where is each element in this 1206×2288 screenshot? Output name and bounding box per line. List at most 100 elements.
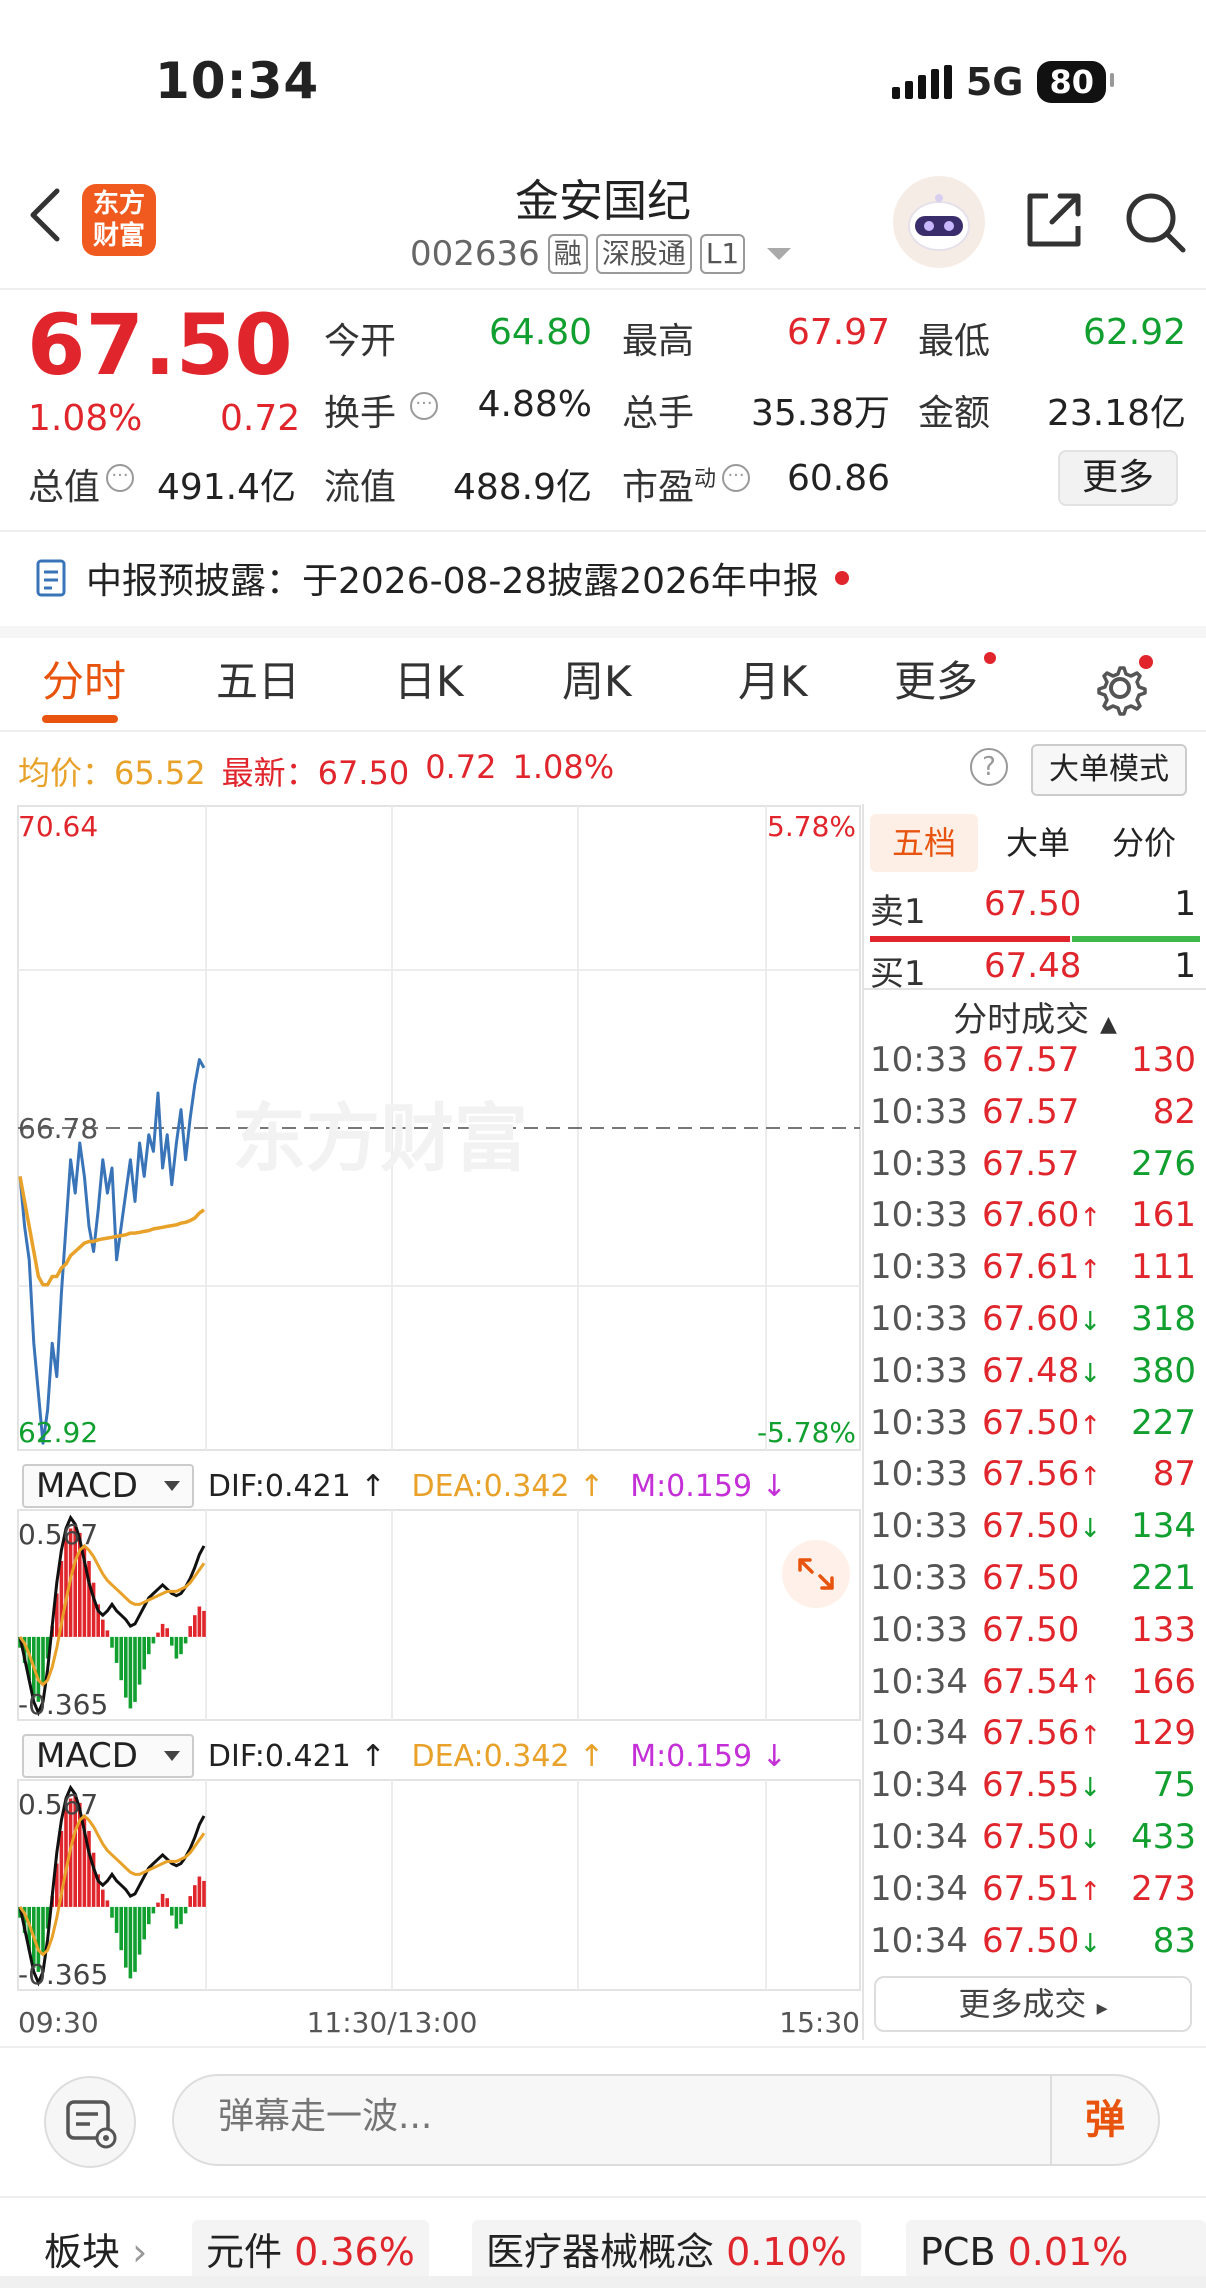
tab-more[interactable]: 更多 [894,648,997,709]
comment-settings-icon[interactable] [44,2076,136,2168]
sector-chip-pcb[interactable]: PCB 0.01% [906,2220,1206,2284]
macd-selector[interactable]: MACD [22,1734,194,1778]
tab-monthly-k[interactable]: 月K [738,648,808,709]
quote-field-label: 金额 [918,393,991,434]
macd-bar [151,1636,156,1644]
trade-row: 10:34 67.54↑ 166 [870,1662,1200,1714]
macd-bar [101,1889,105,1907]
tab-five-levels[interactable]: 五档 [870,814,978,872]
more-button[interactable]: 更多 [1058,450,1178,506]
quote-field-value: 67.97 [786,312,890,353]
macd-bar [197,1876,202,1907]
quote-field-value: 62.92 [1082,312,1186,353]
macd-bar [41,1636,45,1685]
stock-code: 002636 [410,234,540,274]
big-order-mode-button[interactable]: 大单模式 [1031,744,1187,796]
help-icon[interactable]: ? [970,748,1008,786]
trade-qty: 133 [1131,1610,1196,1650]
danmu-input-box[interactable]: 弹 [172,2074,1160,2166]
trade-row: 10:34 67.55↓ 75 [870,1765,1200,1817]
more-trades-button[interactable]: 更多成交 ▸ [874,1976,1192,2032]
trade-row: 10:33 67.61↑ 111 [870,1247,1200,1299]
macd-bar [160,1623,165,1637]
share-icon[interactable] [1022,190,1084,252]
trade-qty: 83 [1152,1921,1196,1961]
search-icon[interactable] [1123,190,1189,256]
chart-area[interactable]: 东方财富 70.64 66.78 62.92 5.78% -5.78% 0.56… [0,804,866,2044]
macd-bar [110,1636,114,1648]
macd-bar [137,1906,142,1955]
trade-qty: 380 [1131,1351,1196,1391]
trade-time: 10:34 [870,1817,968,1857]
book-divider [864,988,1206,990]
sector-chip-components[interactable]: 元件 0.36% [192,2220,429,2284]
trade-list-header[interactable]: 分时成交 ▲ [864,992,1206,1041]
notice-text: 中报预披露：于2026-08-28披露2026年中报 [86,561,819,602]
macd-bar [114,1636,119,1663]
header-divider [0,288,1206,290]
trade-row: 10:33 67.57 130 [870,1040,1200,1092]
price-summary-row: 均价：65.52 最新：67.50 0.72 1.08% [18,748,615,792]
earnings-notice[interactable]: 中报预披露：于2026-08-28披露2026年中报 [34,552,849,604]
stock-code-row[interactable]: 002636 融 深股通 L1 [410,234,792,274]
macd-bar [124,1906,128,1968]
trade-price: 67.54↑ [982,1662,1102,1702]
macd-bar [170,1636,174,1646]
signal-icon [891,65,952,99]
tab-daily-k[interactable]: 日K [394,648,464,709]
chevron-down-icon [163,1751,180,1761]
tab-five-day[interactable]: 五日 [216,648,300,709]
trade-price: 67.50 [982,1558,1080,1598]
trade-price: 67.48↓ [982,1351,1102,1391]
battery-icon: 80 [1037,61,1114,103]
settings-gear-icon[interactable] [1092,654,1154,716]
quote-field-label: 最高 [622,321,695,362]
trade-time: 10:33 [870,1610,968,1650]
trade-qty: 130 [1131,1040,1196,1080]
macd-bar [105,1630,110,1637]
latest-change-amt: 0.72 [425,748,497,786]
tab-price-split[interactable]: 分价 [1094,814,1194,872]
macd-bar [188,1626,192,1637]
trade-time: 10:34 [870,1765,968,1805]
danmu-button[interactable]: 弹 [1050,2076,1158,2164]
assistant-robot-icon[interactable] [893,176,985,268]
info-icon[interactable]: ··· [106,464,135,492]
x-label-open: 09:30 [18,2006,99,2039]
macd-m: M:0.159 ↓ [630,1738,787,1774]
macd-bar [188,1896,192,1907]
tab-weekly-k[interactable]: 周K [562,648,632,709]
order-book-tabs: 五档 大单 分价 [864,814,1206,874]
danmu-input[interactable] [218,2096,818,2137]
x-label-midday: 11:30/13:00 [307,2006,478,2039]
trade-time: 10:33 [870,1195,968,1235]
macd-dif: DIF:0.421 ↑ [207,1468,386,1504]
trade-qty: 134 [1131,1506,1196,1546]
macd-bar [119,1636,123,1681]
tag-margin: 融 [547,234,588,274]
macd-toolbar-2: MACD DIF:0.421 ↑ DEA:0.342 ↑ M:0.159 ↓ [22,1734,787,1778]
tab-big-orders[interactable]: 大单 [988,814,1088,872]
macd-bar [179,1636,183,1655]
quote-divider [0,530,1206,532]
macd-bar [183,1906,188,1914]
tab-intraday[interactable]: 分时 [42,648,126,709]
trade-row: 10:33 67.50 133 [870,1610,1200,1662]
macd-top-label: 0.567 [18,1788,98,1821]
macd-bottom-label: -0.365 [18,1688,108,1721]
trade-price: 67.50↓ [982,1817,1102,1857]
sector-label[interactable]: 板块 › [44,2220,147,2284]
trade-qty: 221 [1131,1558,1196,1598]
macd-bar [41,1906,45,1955]
tab-underline [42,715,118,723]
trade-time: 10:34 [870,1869,968,1909]
info-icon[interactable]: ··· [722,464,751,492]
status-time: 10:34 [155,52,320,110]
macd-selector[interactable]: MACD [22,1464,194,1508]
change-amount: 0.72 [220,398,301,439]
macd-dif: DIF:0.421 ↑ [207,1738,386,1774]
macd-bar [142,1906,146,1940]
trade-time: 10:33 [870,1351,968,1391]
macd-top-label: 0.567 [18,1518,98,1551]
sector-chip-medical-devices[interactable]: 医疗器械概念 0.10% [472,2220,861,2284]
